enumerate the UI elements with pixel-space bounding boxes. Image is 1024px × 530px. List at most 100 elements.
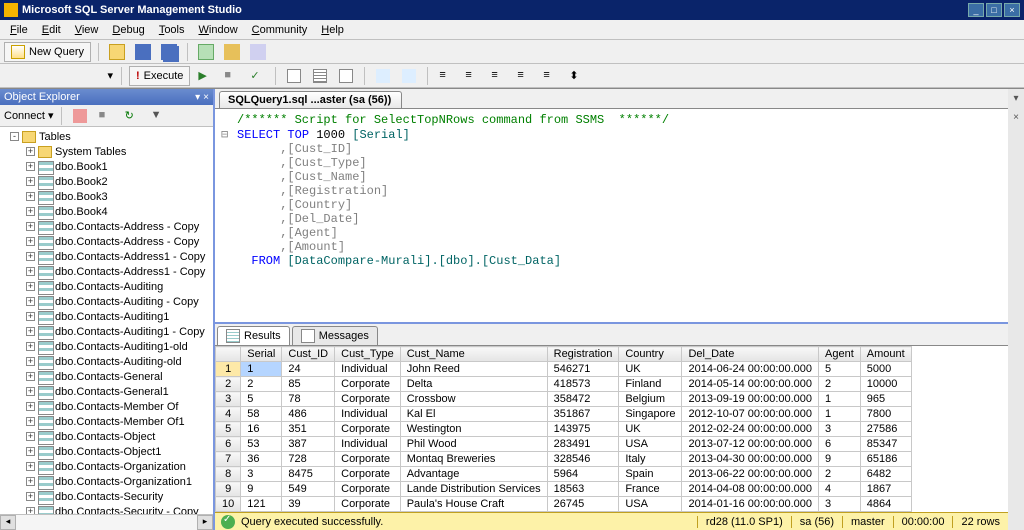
specify-values-button[interactable]: ≡: [487, 66, 509, 86]
grid-cell[interactable]: 36: [241, 452, 282, 467]
grid-cell[interactable]: 65186: [860, 452, 911, 467]
expand-toggle-icon[interactable]: +: [26, 207, 35, 216]
tree-node[interactable]: +dbo.Book4: [6, 204, 213, 219]
table-row[interactable]: 1124IndividualJohn Reed546271UK2014-06-2…: [216, 362, 912, 377]
grid-cell[interactable]: 26745: [547, 497, 619, 512]
object-explorer-tree[interactable]: -Tables+System Tables+dbo.Book1+dbo.Book…: [0, 127, 213, 514]
grid-cell[interactable]: Corporate: [335, 422, 401, 437]
scroll-right-button[interactable]: ▸: [197, 515, 213, 530]
grid-cell[interactable]: 2: [819, 467, 861, 482]
grid-cell[interactable]: 2: [241, 377, 282, 392]
tree-node[interactable]: +dbo.Contacts-Organization: [6, 459, 213, 474]
row-header[interactable]: 10: [216, 497, 241, 512]
expand-toggle-icon[interactable]: +: [26, 372, 35, 381]
comment-button[interactable]: [372, 66, 394, 86]
column-header[interactable]: Registration: [547, 347, 619, 362]
scroll-track[interactable]: [16, 515, 197, 530]
column-header[interactable]: Country: [619, 347, 682, 362]
tree-node[interactable]: +dbo.Book1: [6, 159, 213, 174]
row-header[interactable]: 6: [216, 437, 241, 452]
column-header[interactable]: Serial: [241, 347, 282, 362]
tree-node[interactable]: +dbo.Contacts-Member Of1: [6, 414, 213, 429]
grid-cell[interactable]: Westington: [400, 422, 547, 437]
grid-cell[interactable]: 2014-01-16 00:00:00.000: [682, 497, 819, 512]
column-header[interactable]: Cust_Name: [400, 347, 547, 362]
grid-cell[interactable]: Corporate: [335, 482, 401, 497]
connect-button[interactable]: Connect ▾: [4, 109, 54, 122]
expand-toggle-icon[interactable]: +: [26, 387, 35, 396]
close-collapsed-icon[interactable]: ×: [1013, 112, 1019, 123]
grid-cell[interactable]: Corporate: [335, 392, 401, 407]
tree-node[interactable]: +dbo.Contacts-Security: [6, 489, 213, 504]
grid-cell[interactable]: 351867: [547, 407, 619, 422]
grid-cell[interactable]: 3: [819, 497, 861, 512]
row-header[interactable]: 4: [216, 407, 241, 422]
menu-edit[interactable]: Edit: [36, 22, 67, 38]
expand-toggle-icon[interactable]: +: [26, 177, 35, 186]
execute-button[interactable]: ! Execute: [129, 66, 190, 86]
column-header[interactable]: Amount: [860, 347, 911, 362]
document-tab[interactable]: SQLQuery1.sql ...aster (sa (56)): [219, 91, 402, 108]
expand-toggle-icon[interactable]: +: [26, 267, 35, 276]
grid-cell[interactable]: 9: [819, 452, 861, 467]
tree-node[interactable]: +dbo.Contacts-Member Of: [6, 399, 213, 414]
grid-cell[interactable]: 2012-10-07 00:00:00.000: [682, 407, 819, 422]
column-header[interactable]: Cust_ID: [282, 347, 335, 362]
expand-toggle-icon[interactable]: +: [26, 312, 35, 321]
grid-cell[interactable]: Phil Wood: [400, 437, 547, 452]
registered-servers-button[interactable]: [221, 42, 243, 62]
tree-node[interactable]: +dbo.Contacts-Security - Copy: [6, 504, 213, 514]
grid-cell[interactable]: John Reed: [400, 362, 547, 377]
table-row[interactable]: 458486IndividualKal El351867Singapore201…: [216, 407, 912, 422]
expand-toggle-icon[interactable]: +: [26, 162, 35, 171]
expand-toggle-icon[interactable]: +: [26, 417, 35, 426]
object-explorer-button[interactable]: [247, 42, 269, 62]
grid-cell[interactable]: UK: [619, 422, 682, 437]
grid-cell[interactable]: Paula's House Craft: [400, 497, 547, 512]
disconnect-button[interactable]: [69, 106, 91, 126]
grid-cell[interactable]: 121: [241, 497, 282, 512]
sql-editor[interactable]: /****** Script for SelectTopNRows comman…: [215, 109, 1008, 324]
expand-toggle-icon[interactable]: +: [26, 447, 35, 456]
menu-debug[interactable]: Debug: [106, 22, 150, 38]
tree-node[interactable]: +dbo.Contacts-Auditing1: [6, 309, 213, 324]
menu-help[interactable]: Help: [315, 22, 350, 38]
grid-cell[interactable]: 5964: [547, 467, 619, 482]
parse-button[interactable]: ✓: [246, 66, 268, 86]
tree-node[interactable]: +dbo.Contacts-Auditing - Copy: [6, 294, 213, 309]
messages-tab[interactable]: Messages: [292, 326, 378, 345]
results-to-grid-button[interactable]: [309, 66, 331, 86]
expand-toggle-icon[interactable]: +: [26, 357, 35, 366]
grid-cell[interactable]: Italy: [619, 452, 682, 467]
grid-cell[interactable]: Delta: [400, 377, 547, 392]
grid-cell[interactable]: Finland: [619, 377, 682, 392]
table-row[interactable]: 99549CorporateLande Distribution Service…: [216, 482, 912, 497]
column-header[interactable]: Del_Date: [682, 347, 819, 362]
grid-cell[interactable]: 2014-05-14 00:00:00.000: [682, 377, 819, 392]
autohide-pin-icon[interactable]: ▾: [195, 92, 200, 103]
grid-cell[interactable]: 16: [241, 422, 282, 437]
grid-cell[interactable]: 4: [819, 482, 861, 497]
grid-cell[interactable]: 1: [819, 392, 861, 407]
grid-cell[interactable]: Spain: [619, 467, 682, 482]
expand-toggle-icon[interactable]: +: [26, 492, 35, 501]
tree-node[interactable]: +dbo.Contacts-Address1 - Copy: [6, 264, 213, 279]
grid-cell[interactable]: 328546: [547, 452, 619, 467]
grid-cell[interactable]: 4864: [860, 497, 911, 512]
menu-file[interactable]: File: [4, 22, 34, 38]
tree-node[interactable]: +dbo.Contacts-Auditing1-old: [6, 339, 213, 354]
expand-toggle-icon[interactable]: +: [26, 282, 35, 291]
grid-cell[interactable]: Corporate: [335, 497, 401, 512]
grid-cell[interactable]: 728: [282, 452, 335, 467]
grid-cell[interactable]: 2: [819, 377, 861, 392]
filter-button[interactable]: ▼: [147, 106, 169, 126]
grid-cell[interactable]: 8475: [282, 467, 335, 482]
grid-cell[interactable]: Individual: [335, 437, 401, 452]
expand-toggle-icon[interactable]: +: [26, 297, 35, 306]
grid-cell[interactable]: 3: [819, 422, 861, 437]
include-plan-button[interactable]: ≡: [513, 66, 535, 86]
grid-cell[interactable]: 2013-04-30 00:00:00.000: [682, 452, 819, 467]
row-header[interactable]: 7: [216, 452, 241, 467]
row-header[interactable]: 2: [216, 377, 241, 392]
grid-cell[interactable]: 387: [282, 437, 335, 452]
